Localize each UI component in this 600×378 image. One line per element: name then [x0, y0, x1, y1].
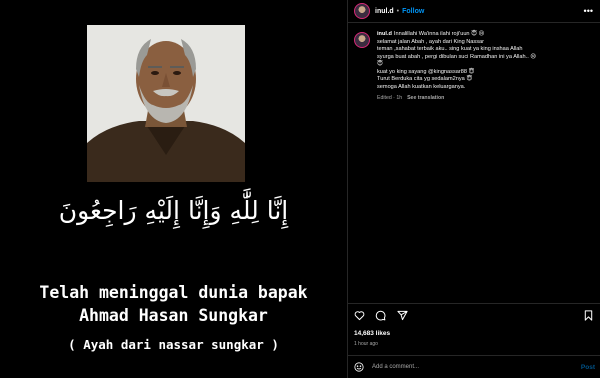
- comment-icon[interactable]: [375, 310, 386, 321]
- portrait-photo: [87, 25, 245, 182]
- share-icon[interactable]: [397, 310, 408, 321]
- more-horizontal-icon[interactable]: •••: [584, 6, 593, 16]
- post-media[interactable]: إِنَّا لِلَّٰهِ وَإِنَّا إِلَيْهِ رَاجِع…: [0, 0, 347, 378]
- caption-avatar[interactable]: [354, 32, 370, 48]
- caption-line: Innalillahi Wa'inna ilahi roji'uun 😇 😢: [393, 31, 485, 37]
- caption-line: 😇: [377, 61, 383, 67]
- action-bar: [348, 303, 600, 325]
- caption-line: kuat yo king sayang @kingnassar88 😇: [377, 68, 475, 75]
- author-username[interactable]: inul.d: [375, 8, 394, 15]
- announcement-name: Ahmad Hasan Sungkar: [79, 306, 268, 325]
- caption-line: selamat jalan Abah , ayah dari King Nass…: [377, 38, 484, 45]
- emoji-icon[interactable]: [354, 362, 364, 372]
- caption-line: semoga Allah kuatkan keluarganya.: [377, 83, 466, 90]
- post-time: 1 hour ago: [354, 341, 378, 347]
- caption-username[interactable]: inul.d: [377, 31, 392, 37]
- author-avatar[interactable]: [354, 3, 370, 19]
- caption-line: Turut Berduka cita yg sedalam2nya 😇: [377, 76, 473, 82]
- add-comment-bar: Add a comment... Post: [348, 355, 600, 378]
- like-count[interactable]: 14,683 likes: [354, 330, 390, 337]
- add-comment-input[interactable]: Add a comment...: [372, 364, 581, 370]
- post-details-panel: inul.d • Follow ••• inul.d Innalillahi Wa…: [347, 0, 600, 378]
- caption-comment: inul.d Innalillahi Wa'inna ilahi roji'uun…: [354, 31, 594, 103]
- header-separator: •: [396, 7, 400, 15]
- follow-button[interactable]: Follow: [402, 8, 424, 15]
- caption-meta: Edited · 1h See translation: [377, 95, 587, 103]
- arabic-condolence-text: إِنَّا لِلَّٰهِ وَإِنَّا إِلَيْهِ رَاجِع…: [58, 196, 289, 225]
- post-header: inul.d • Follow •••: [348, 0, 600, 23]
- caption-line: syurga buat abah , pergi dibulan suci Ra…: [377, 53, 537, 60]
- see-translation-button[interactable]: See translation: [407, 95, 444, 101]
- bookmark-icon[interactable]: [583, 310, 594, 321]
- announcement-relation: ( Ayah dari nassar sungkar ): [68, 337, 279, 352]
- edited-timestamp: Edited · 1h: [377, 95, 403, 101]
- announcement-line-1: Telah meninggal dunia bapak: [39, 283, 308, 302]
- caption-body: inul.d Innalillahi Wa'inna ilahi roji'uun…: [377, 31, 587, 103]
- post-comment-button[interactable]: Post: [581, 364, 595, 371]
- heart-icon[interactable]: [354, 310, 365, 321]
- caption-line: teman ,sahabat terbaik aku.. sing kuat y…: [377, 46, 523, 52]
